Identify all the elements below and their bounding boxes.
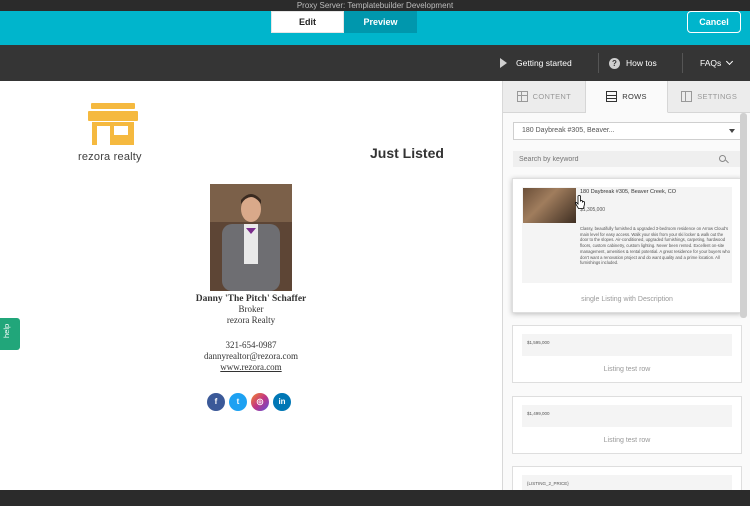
logo-text: rezora realty	[78, 151, 142, 163]
agent-website-link[interactable]: www.rezora.com	[150, 362, 352, 373]
row-preview: $1,499,000	[522, 405, 732, 427]
help-tab[interactable]: help	[0, 318, 20, 350]
tab-content[interactable]: CONTENT	[503, 81, 586, 113]
hand-cursor-icon	[574, 195, 585, 209]
tab-rows-label: ROWS	[622, 92, 647, 101]
row-template-label: single Listing with Description	[581, 296, 673, 303]
grid-icon	[516, 91, 528, 102]
proxy-server-bar: Proxy Server: Templatebuilder Developmen…	[0, 0, 750, 11]
edit-button[interactable]: Edit	[271, 11, 344, 33]
play-icon	[500, 58, 507, 68]
agent-signature[interactable]: Danny 'The Pitch' Schaffer Broker rezora…	[150, 294, 352, 373]
chevron-down-icon	[726, 57, 734, 66]
search-icon[interactable]	[719, 155, 726, 162]
listing-address: 180 Daybreak #305, Beaver Creek, CO	[580, 189, 676, 195]
panel-scrollbar[interactable]	[740, 113, 747, 318]
agent-photo[interactable]	[210, 184, 292, 291]
email-canvas[interactable]: rezora realty Just Listed Danny 'The Pit…	[0, 81, 502, 490]
page-title[interactable]: Just Listed	[370, 145, 444, 161]
storefront-logo-icon	[88, 103, 138, 145]
row-template-card[interactable]: 180 Daybreak #305, Beaver Creek, CO $1,3…	[512, 178, 742, 313]
row-template-label: Listing test row	[603, 437, 651, 444]
keyword-search-input[interactable]	[513, 151, 743, 167]
linkedin-icon[interactable]: in	[273, 393, 291, 411]
row-template-card[interactable]: $1,595,000 Listing test row	[512, 325, 742, 383]
question-icon: ?	[609, 57, 620, 69]
help-label: help	[2, 323, 11, 338]
row-preview: $1,595,000	[522, 334, 732, 356]
tab-rows[interactable]: ROWS	[585, 81, 669, 113]
nav-divider	[682, 53, 683, 73]
agent-email[interactable]: dannyrealtor@rezora.com	[150, 351, 352, 362]
row-preview: 180 Daybreak #305, Beaver Creek, CO $1,3…	[522, 187, 732, 283]
facebook-icon[interactable]: f	[207, 393, 225, 411]
social-icons: f t ◎ in	[207, 393, 291, 411]
preview-button[interactable]: Preview	[344, 11, 417, 33]
app-window: Proxy Server: Templatebuilder Developmen…	[0, 0, 750, 506]
row-template-card[interactable]: $1,499,000 Listing test row	[512, 396, 742, 454]
agent-name: Danny 'The Pitch' Schaffer	[195, 294, 307, 304]
caret-down-icon	[729, 129, 735, 133]
footer-bar	[0, 490, 750, 506]
row-preview: {LISTING_2_PRICE}	[522, 475, 732, 491]
editor-header: Edit Preview Cancel	[0, 11, 750, 45]
row-template-label: Listing test row	[603, 366, 651, 373]
agent-contact: 321-654-0987 dannyrealtor@rezora.com www…	[150, 340, 352, 373]
agent-title: Broker	[238, 304, 264, 314]
agent-portrait	[210, 184, 292, 291]
listing-description: Classy, beautifully furnished & upgraded…	[580, 226, 730, 266]
tab-settings[interactable]: SETTINGS	[668, 81, 750, 113]
how-tos-label: How tos	[626, 58, 657, 68]
getting-started-link[interactable]: Getting started	[500, 45, 572, 81]
agent-company: rezora Realty	[226, 315, 276, 325]
tab-content-label: CONTENT	[532, 92, 572, 101]
brand-logo[interactable]: rezora realty	[78, 101, 152, 163]
faqs-dropdown[interactable]: FAQs	[700, 45, 734, 81]
cancel-button[interactable]: Cancel	[687, 11, 741, 33]
twitter-icon[interactable]: t	[229, 393, 247, 411]
panel-tabs: CONTENT ROWS SETTINGS	[503, 81, 750, 113]
faqs-label: FAQs	[700, 58, 722, 68]
rows-icon	[606, 91, 618, 102]
listing-price: $1,595,000	[527, 340, 550, 345]
listing-select-value: 180 Daybreak #305, Beaver...	[522, 127, 615, 134]
listing-select[interactable]: 180 Daybreak #305, Beaver...	[513, 122, 743, 140]
rows-panel: CONTENT ROWS SETTINGS 180 Daybreak #305,…	[502, 81, 750, 491]
how-tos-link[interactable]: ? How tos	[609, 45, 657, 81]
listing-thumbnail	[523, 188, 576, 223]
getting-started-label: Getting started	[516, 58, 572, 68]
nav-divider	[598, 53, 599, 73]
help-nav-bar: Getting started ? How tos FAQs	[0, 45, 750, 81]
listing-price: $1,499,000	[527, 411, 550, 416]
row-template-card[interactable]: {LISTING_2_PRICE}	[512, 466, 742, 491]
listing-price: {LISTING_2_PRICE}	[527, 481, 569, 486]
instagram-icon[interactable]: ◎	[251, 393, 269, 411]
tab-settings-label: SETTINGS	[697, 92, 738, 101]
agent-phone: 321-654-0987	[225, 340, 277, 350]
settings-icon	[681, 91, 693, 102]
